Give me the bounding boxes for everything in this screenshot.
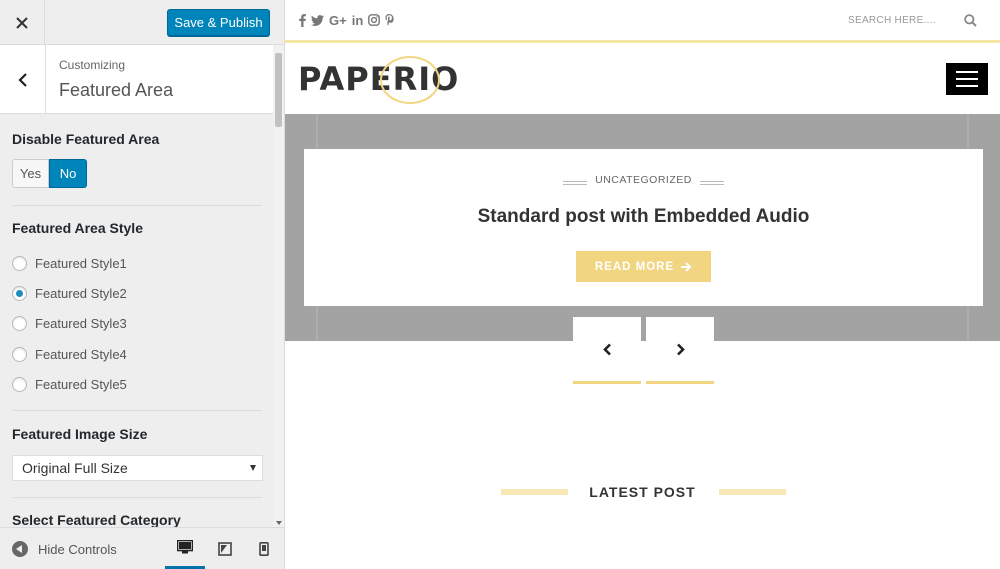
featured-style2-option[interactable]: Featured Style2 — [12, 284, 127, 302]
social-links: G+ in — [299, 13, 394, 28]
site-topbar: G+ in SEARCH HERE.... — [285, 0, 1000, 43]
section-title: Featured Area — [59, 80, 174, 100]
controls-scrollbar[interactable] — [273, 45, 284, 527]
image-size-value: Original Full Size — [22, 460, 128, 476]
radio-label: Featured Style3 — [35, 315, 127, 331]
instagram-icon[interactable] — [368, 13, 381, 27]
featured-style3-option[interactable]: Featured Style3 — [12, 314, 127, 332]
twitter-icon[interactable] — [311, 13, 324, 27]
featured-slide-card: UNCATEGORIZED Standard post with Embedde… — [304, 149, 983, 306]
slider-prev-button[interactable] — [573, 317, 641, 384]
linkedin-icon[interactable]: in — [352, 13, 364, 28]
disable-featured-yes-button[interactable]: Yes — [12, 159, 49, 188]
image-size-label: Featured Image Size — [12, 426, 148, 442]
radio-button[interactable] — [12, 346, 27, 362]
image-size-select[interactable]: Original Full Size — [12, 455, 263, 481]
preview-tablet-button[interactable] — [205, 528, 245, 569]
mobile-icon — [259, 541, 269, 556]
search-icon[interactable] — [964, 14, 977, 27]
preview-mobile-button[interactable] — [244, 528, 284, 569]
latest-post-heading: LATEST POST — [589, 484, 696, 500]
featured-style4-option[interactable]: Featured Style4 — [12, 345, 127, 363]
hide-controls-button[interactable]: Hide Controls — [12, 540, 117, 558]
site-preview: G+ in SEARCH HERE.... PAPERIO UNCATEGORI… — [285, 0, 1000, 569]
close-icon — [16, 16, 28, 29]
back-button[interactable] — [0, 45, 46, 114]
read-more-label: READ MORE — [594, 260, 675, 273]
section-header: Customizing Featured Area — [0, 45, 273, 114]
menu-icon-bar — [956, 78, 978, 80]
category-line-decoration — [700, 181, 724, 185]
radio-button[interactable] — [12, 255, 27, 271]
disable-featured-label: Disable Featured Area — [12, 131, 160, 147]
radio-button[interactable] — [12, 315, 27, 331]
chevron-left-icon — [17, 72, 27, 87]
divider — [12, 410, 262, 411]
disable-featured-no-button[interactable]: No — [49, 159, 87, 188]
pinterest-icon[interactable] — [385, 13, 394, 27]
preview-desktop-button[interactable] — [165, 528, 205, 569]
radio-label: Featured Style5 — [35, 376, 127, 392]
radio-label: Featured Style4 — [35, 346, 127, 362]
section-subtitle: Customizing — [59, 58, 126, 72]
site-search-input[interactable]: SEARCH HERE.... — [848, 15, 936, 26]
read-more-button[interactable]: READ MORE — [576, 251, 711, 282]
customizer-sidebar: Save & Publish Customizing Featured Area… — [0, 0, 285, 569]
desktop-icon — [177, 540, 193, 554]
menu-icon-bar — [956, 71, 978, 73]
arrow-right-icon — [681, 261, 692, 272]
featured-slider: UNCATEGORIZED Standard post with Embedde… — [285, 114, 1000, 341]
featured-style-label: Featured Area Style — [12, 220, 143, 236]
site-logo[interactable]: PAPERIO — [298, 60, 459, 98]
google-plus-icon[interactable]: G+ — [329, 13, 347, 28]
collapse-arrow-icon — [12, 541, 28, 557]
radio-button-checked[interactable] — [12, 285, 27, 301]
hide-controls-label: Hide Controls — [38, 541, 117, 557]
save-publish-button[interactable]: Save & Publish — [167, 9, 270, 36]
chevron-down-icon — [250, 465, 256, 471]
customizer-header: Save & Publish — [0, 0, 284, 45]
facebook-icon[interactable] — [299, 13, 306, 27]
radio-label: Featured Style1 — [35, 255, 127, 271]
heading-line-decoration — [719, 489, 786, 495]
controls-panel: Disable Featured Area Yes No Featured Ar… — [0, 115, 273, 527]
scroll-down-arrow-icon[interactable] — [276, 521, 282, 525]
featured-category-label: Select Featured Category — [12, 512, 181, 527]
customizer-footer: Hide Controls — [0, 527, 284, 569]
hamburger-menu-button[interactable] — [946, 63, 988, 95]
featured-style5-option[interactable]: Featured Style5 — [12, 375, 127, 393]
menu-icon-bar — [956, 85, 978, 87]
divider — [12, 497, 262, 498]
scrollbar-thumb[interactable] — [275, 53, 282, 127]
featured-style1-option[interactable]: Featured Style1 — [12, 254, 127, 272]
slide-title[interactable]: Standard post with Embedded Audio — [304, 206, 983, 228]
radio-label: Featured Style2 — [35, 285, 127, 301]
close-customizer-button[interactable] — [0, 0, 45, 45]
tablet-icon — [218, 541, 232, 556]
chevron-right-icon — [676, 343, 685, 355]
slider-next-button[interactable] — [646, 317, 714, 384]
divider — [12, 205, 262, 206]
chevron-left-icon — [602, 343, 611, 355]
radio-button[interactable] — [12, 376, 27, 392]
slide-category[interactable]: UNCATEGORIZED — [304, 174, 983, 186]
